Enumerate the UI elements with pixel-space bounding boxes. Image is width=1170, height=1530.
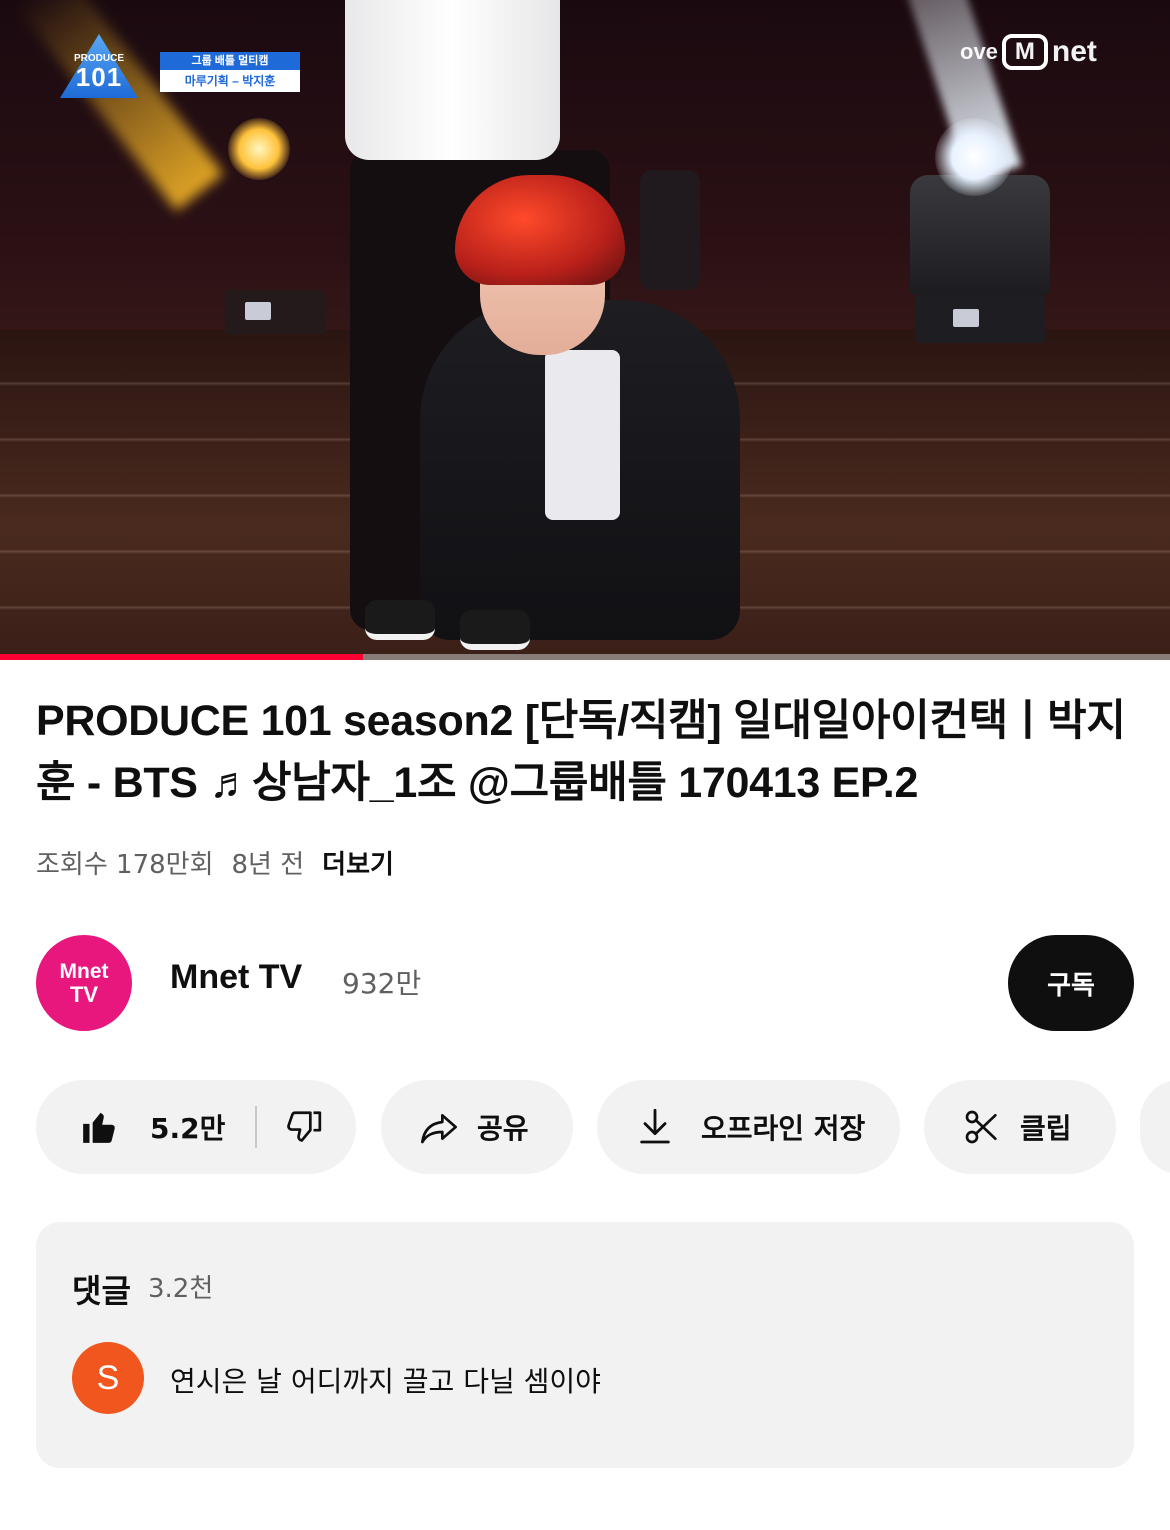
lamp-screen [953, 309, 979, 327]
subscriber-count: 932만 [342, 967, 422, 1000]
produce101-logo-line2: 101 [75, 62, 123, 92]
like-button[interactable]: 5.2만 [36, 1107, 225, 1147]
background-performer-shirt [345, 0, 560, 160]
upload-age: 8년 전 [231, 849, 305, 880]
commenter-avatar: S [72, 1342, 144, 1414]
thumbs-up-icon [80, 1108, 118, 1146]
video-title[interactable]: PRODUCE 101 season2 [단독/직캠] 일대일아이컨택ㅣ박지훈 … [36, 690, 1136, 814]
produce101-logo-text: PRODUCE 101 [60, 54, 138, 92]
like-divider [255, 1106, 258, 1148]
share-icon [419, 1107, 459, 1147]
broadcast-logo-prefix: ove [960, 39, 998, 64]
channel-name[interactable]: Mnet TV [170, 958, 302, 997]
comments-title: 댓글 [72, 1272, 131, 1310]
spotlight-glow-right [935, 118, 1013, 196]
like-count: 5.2만 [150, 1112, 226, 1145]
performer-shirt [545, 350, 620, 520]
program-banner-line1: 그룹 배틀 멀티캠 [160, 52, 300, 70]
broadcast-logo-suffix: net [1051, 35, 1097, 68]
channel-avatar[interactable]: Mnet TV [36, 935, 132, 1031]
subscribe-button[interactable]: 구독 [1008, 935, 1134, 1031]
broadcast-logo-m: M [1001, 34, 1048, 70]
scissors-icon [962, 1107, 1002, 1147]
program-banner-line2: 마루기획 – 박지훈 [160, 70, 300, 92]
video-meta[interactable]: 조회수 178만회 8년 전 더보기 [36, 842, 394, 882]
performer-shoe-right [460, 610, 530, 650]
lamp-screen [245, 302, 271, 320]
share-button[interactable]: 공유 [381, 1080, 573, 1174]
channel-avatar-line2: TV [69, 981, 99, 1007]
channel-avatar-line1: Mnet [59, 959, 109, 983]
mnet-broadcast-logo: ove M net [960, 30, 1097, 74]
clip-button[interactable]: 클립 [924, 1080, 1116, 1174]
thumbs-down-icon [285, 1108, 323, 1146]
spotlight-beam-left [16, 0, 224, 211]
share-label: 공유 [477, 1112, 529, 1145]
comments-section[interactable] [36, 1222, 1134, 1468]
stage-lamp-left [640, 170, 700, 290]
comments-count: 3.2천 [148, 1274, 214, 1304]
download-icon [635, 1107, 675, 1147]
clip-label: 클립 [1020, 1112, 1072, 1145]
program-banner: 그룹 배틀 멀티캠 마루기획 – 박지훈 [160, 52, 300, 96]
spotlight-glow-left [228, 118, 290, 180]
like-dislike-pill: 5.2만 [36, 1080, 356, 1174]
download-label: 오프라인 저장 [701, 1112, 866, 1145]
top-comment-text: 연시은 날 어디까지 끌고 다닐 셈이야 [170, 1365, 601, 1398]
dislike-button[interactable] [285, 1108, 323, 1146]
video-player[interactable]: PRODUCE 101 그룹 배틀 멀티캠 마루기획 – 박지훈 ove M n… [0, 0, 1170, 660]
stage-lamp-base-right [915, 295, 1045, 343]
more-link[interactable]: 더보기 [322, 844, 394, 881]
performer-shoe-left [365, 600, 435, 640]
stage-lamp-base-left [225, 290, 325, 334]
view-count: 조회수 178만회 [36, 849, 214, 880]
download-button[interactable]: 오프라인 저장 [597, 1080, 900, 1174]
